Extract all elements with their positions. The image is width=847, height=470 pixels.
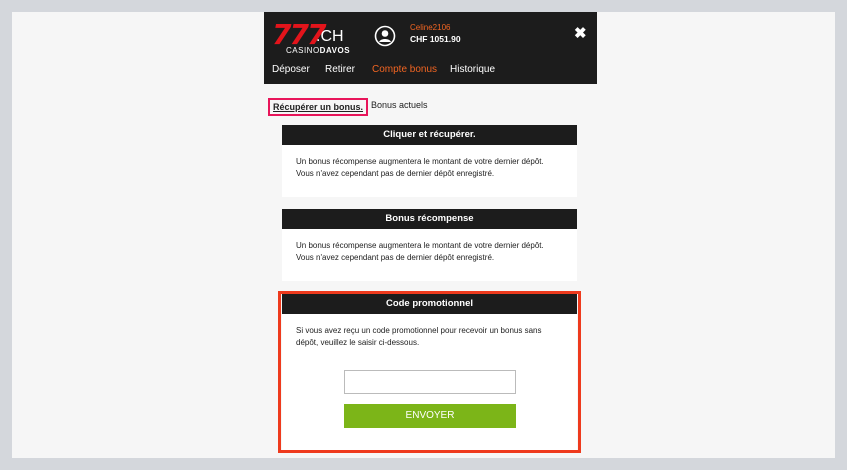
nav-item-retirer[interactable]: Retirer bbox=[325, 64, 355, 75]
nav-item-historique[interactable]: Historique bbox=[450, 64, 495, 75]
card-title: Code promotionnel bbox=[282, 294, 577, 314]
card-title: Cliquer et récupérer. bbox=[282, 125, 577, 145]
bonus-subtabs: Récupérer un bonus. Bonus actuels bbox=[264, 98, 597, 118]
card-click-recover: Cliquer et récupérer. Un bonus récompens… bbox=[282, 125, 577, 197]
header-bar: 777 .CH CASINODAVOS Celine2106 CHF 1051.… bbox=[264, 12, 597, 84]
user-avatar-icon[interactable] bbox=[374, 25, 396, 47]
send-button[interactable]: ENVOYER bbox=[344, 404, 516, 428]
user-name[interactable]: Celine2106 bbox=[410, 23, 450, 32]
card-text: Un bonus récompense augmentera le montan… bbox=[296, 157, 544, 178]
tab-bonus-actuels[interactable]: Bonus actuels bbox=[371, 100, 428, 110]
logo-sub-prefix: CASINO bbox=[286, 46, 320, 55]
logo-subtitle: CASINODAVOS bbox=[286, 46, 350, 55]
card-title: Bonus récompense bbox=[282, 209, 577, 229]
card-text: Si vous avez reçu un code promotionnel p… bbox=[296, 326, 542, 347]
bonus-panel: 777 .CH CASINODAVOS Celine2106 CHF 1051.… bbox=[264, 12, 597, 458]
tab-recuperer-bonus[interactable]: Récupérer un bonus. bbox=[268, 98, 369, 116]
logo-domain: .CH bbox=[316, 28, 344, 45]
promo-code-input[interactable] bbox=[344, 370, 516, 394]
main-nav: Déposer Retirer Compte bonus Historique bbox=[264, 64, 597, 82]
card-promo-code: Code promotionnel Si vous avez reçu un c… bbox=[282, 294, 577, 450]
card-text: Un bonus récompense augmentera le montan… bbox=[296, 241, 544, 262]
card-reward-bonus: Bonus récompense Un bonus récompense aug… bbox=[282, 209, 577, 281]
nav-item-compte-bonus[interactable]: Compte bonus bbox=[372, 64, 437, 75]
logo-sub-brand: DAVOS bbox=[319, 46, 351, 55]
casino-logo[interactable]: 777 .CH CASINODAVOS bbox=[272, 18, 362, 58]
close-icon[interactable]: ✖ bbox=[574, 24, 587, 42]
nav-item-deposer[interactable]: Déposer bbox=[272, 64, 310, 75]
user-balance: CHF 1051.90 bbox=[410, 34, 461, 44]
